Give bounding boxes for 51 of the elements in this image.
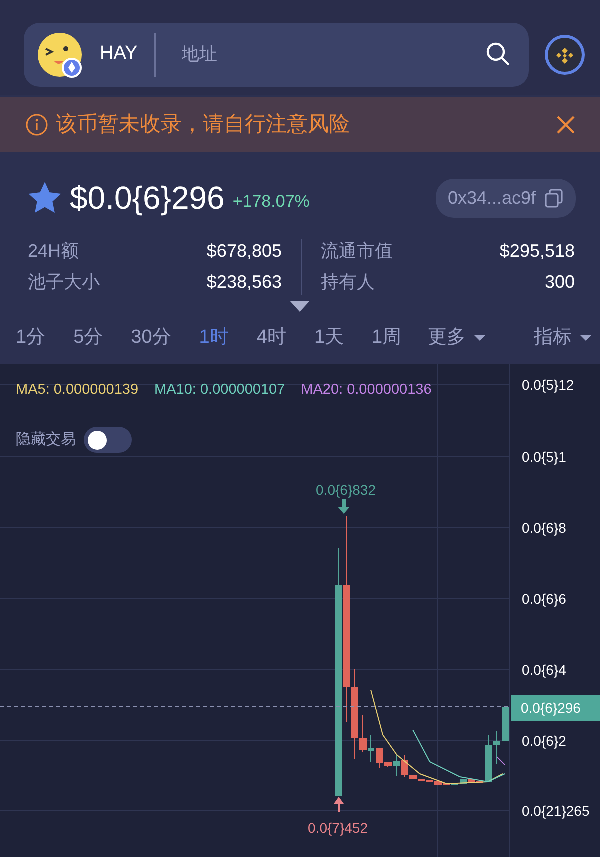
current-price-label: 0.0{6}296 bbox=[521, 700, 581, 716]
timeframe-tab[interactable]: 30分 bbox=[125, 324, 178, 352]
ma-legend-text: MA10: 0.000000107 bbox=[154, 381, 286, 400]
stat-value: $295,518 bbox=[500, 240, 575, 263]
timeframe-tab[interactable]: 1周 bbox=[366, 324, 408, 352]
dropdown-button[interactable]: 更多 bbox=[428, 324, 486, 352]
toggle-label: 隐藏交易 bbox=[16, 430, 76, 450]
caret-icon bbox=[474, 335, 486, 341]
chain-selector[interactable] bbox=[545, 34, 585, 74]
expand-arrow-icon[interactable] bbox=[290, 301, 310, 312]
caret-icon bbox=[580, 335, 592, 341]
timeframe-tab[interactable]: 5分 bbox=[68, 324, 110, 352]
axis-label: 0.0{5}12 bbox=[522, 377, 574, 393]
axis-label: 0.0{6}6 bbox=[522, 591, 566, 607]
stat-value: $238,563 bbox=[206, 271, 282, 294]
ma-legend-text: MA20: 0.000000136 bbox=[301, 381, 432, 400]
favorite-star-icon[interactable] bbox=[28, 182, 62, 214]
high-price-label: 0.0{6}832 bbox=[316, 482, 376, 498]
contract-address[interactable]: 0x34...ac9f bbox=[436, 178, 576, 218]
axis-label: 0.0{5}1 bbox=[522, 449, 566, 465]
search-bar[interactable]: HAY 地址 bbox=[24, 22, 530, 86]
search-field[interactable]: 地址 bbox=[180, 40, 460, 69]
timeframe-tab[interactable]: 1时 bbox=[193, 324, 235, 352]
stat-value: 300 bbox=[544, 271, 575, 294]
ma-legend-text: MA5: 0.000000139 bbox=[16, 381, 139, 400]
timeframe-tab[interactable]: 4时 bbox=[250, 324, 292, 352]
stat-label: 24H额 bbox=[28, 240, 80, 263]
low-marker-icon bbox=[334, 797, 344, 812]
axis-label: 0.0{21}265 bbox=[522, 803, 590, 819]
warning-text: 该币暂未收录，请自行注意风险 bbox=[56, 112, 350, 138]
stat-label: 池子大小 bbox=[28, 271, 100, 294]
price-value: $0.0{6}296 bbox=[70, 179, 225, 218]
stat-label: 持有人 bbox=[321, 271, 375, 294]
token-symbol: HAY bbox=[100, 42, 138, 66]
low-price-label: 0.0{7}452 bbox=[308, 820, 368, 836]
token-logo-icon bbox=[36, 30, 84, 78]
copy-icon bbox=[544, 188, 564, 208]
timeframe-tab[interactable]: 1分 bbox=[10, 324, 52, 352]
info-icon bbox=[26, 114, 48, 136]
high-marker-icon bbox=[338, 499, 350, 514]
search-button[interactable] bbox=[486, 42, 512, 67]
timeframe-tab[interactable]: 1天 bbox=[308, 324, 350, 352]
stat-value: $678,805 bbox=[206, 240, 282, 263]
hide-trades-toggle[interactable] bbox=[84, 427, 132, 453]
price-change: +178.07% bbox=[232, 191, 310, 214]
dropdown-button[interactable]: 指标 bbox=[534, 324, 592, 352]
axis-label: 0.0{6}4 bbox=[522, 662, 566, 678]
stat-label: 流通市值 bbox=[321, 240, 393, 263]
candle bbox=[502, 706, 509, 742]
axis-label: 0.0{6}8 bbox=[522, 520, 566, 536]
axis-label: 0.0{6}2 bbox=[522, 733, 566, 749]
